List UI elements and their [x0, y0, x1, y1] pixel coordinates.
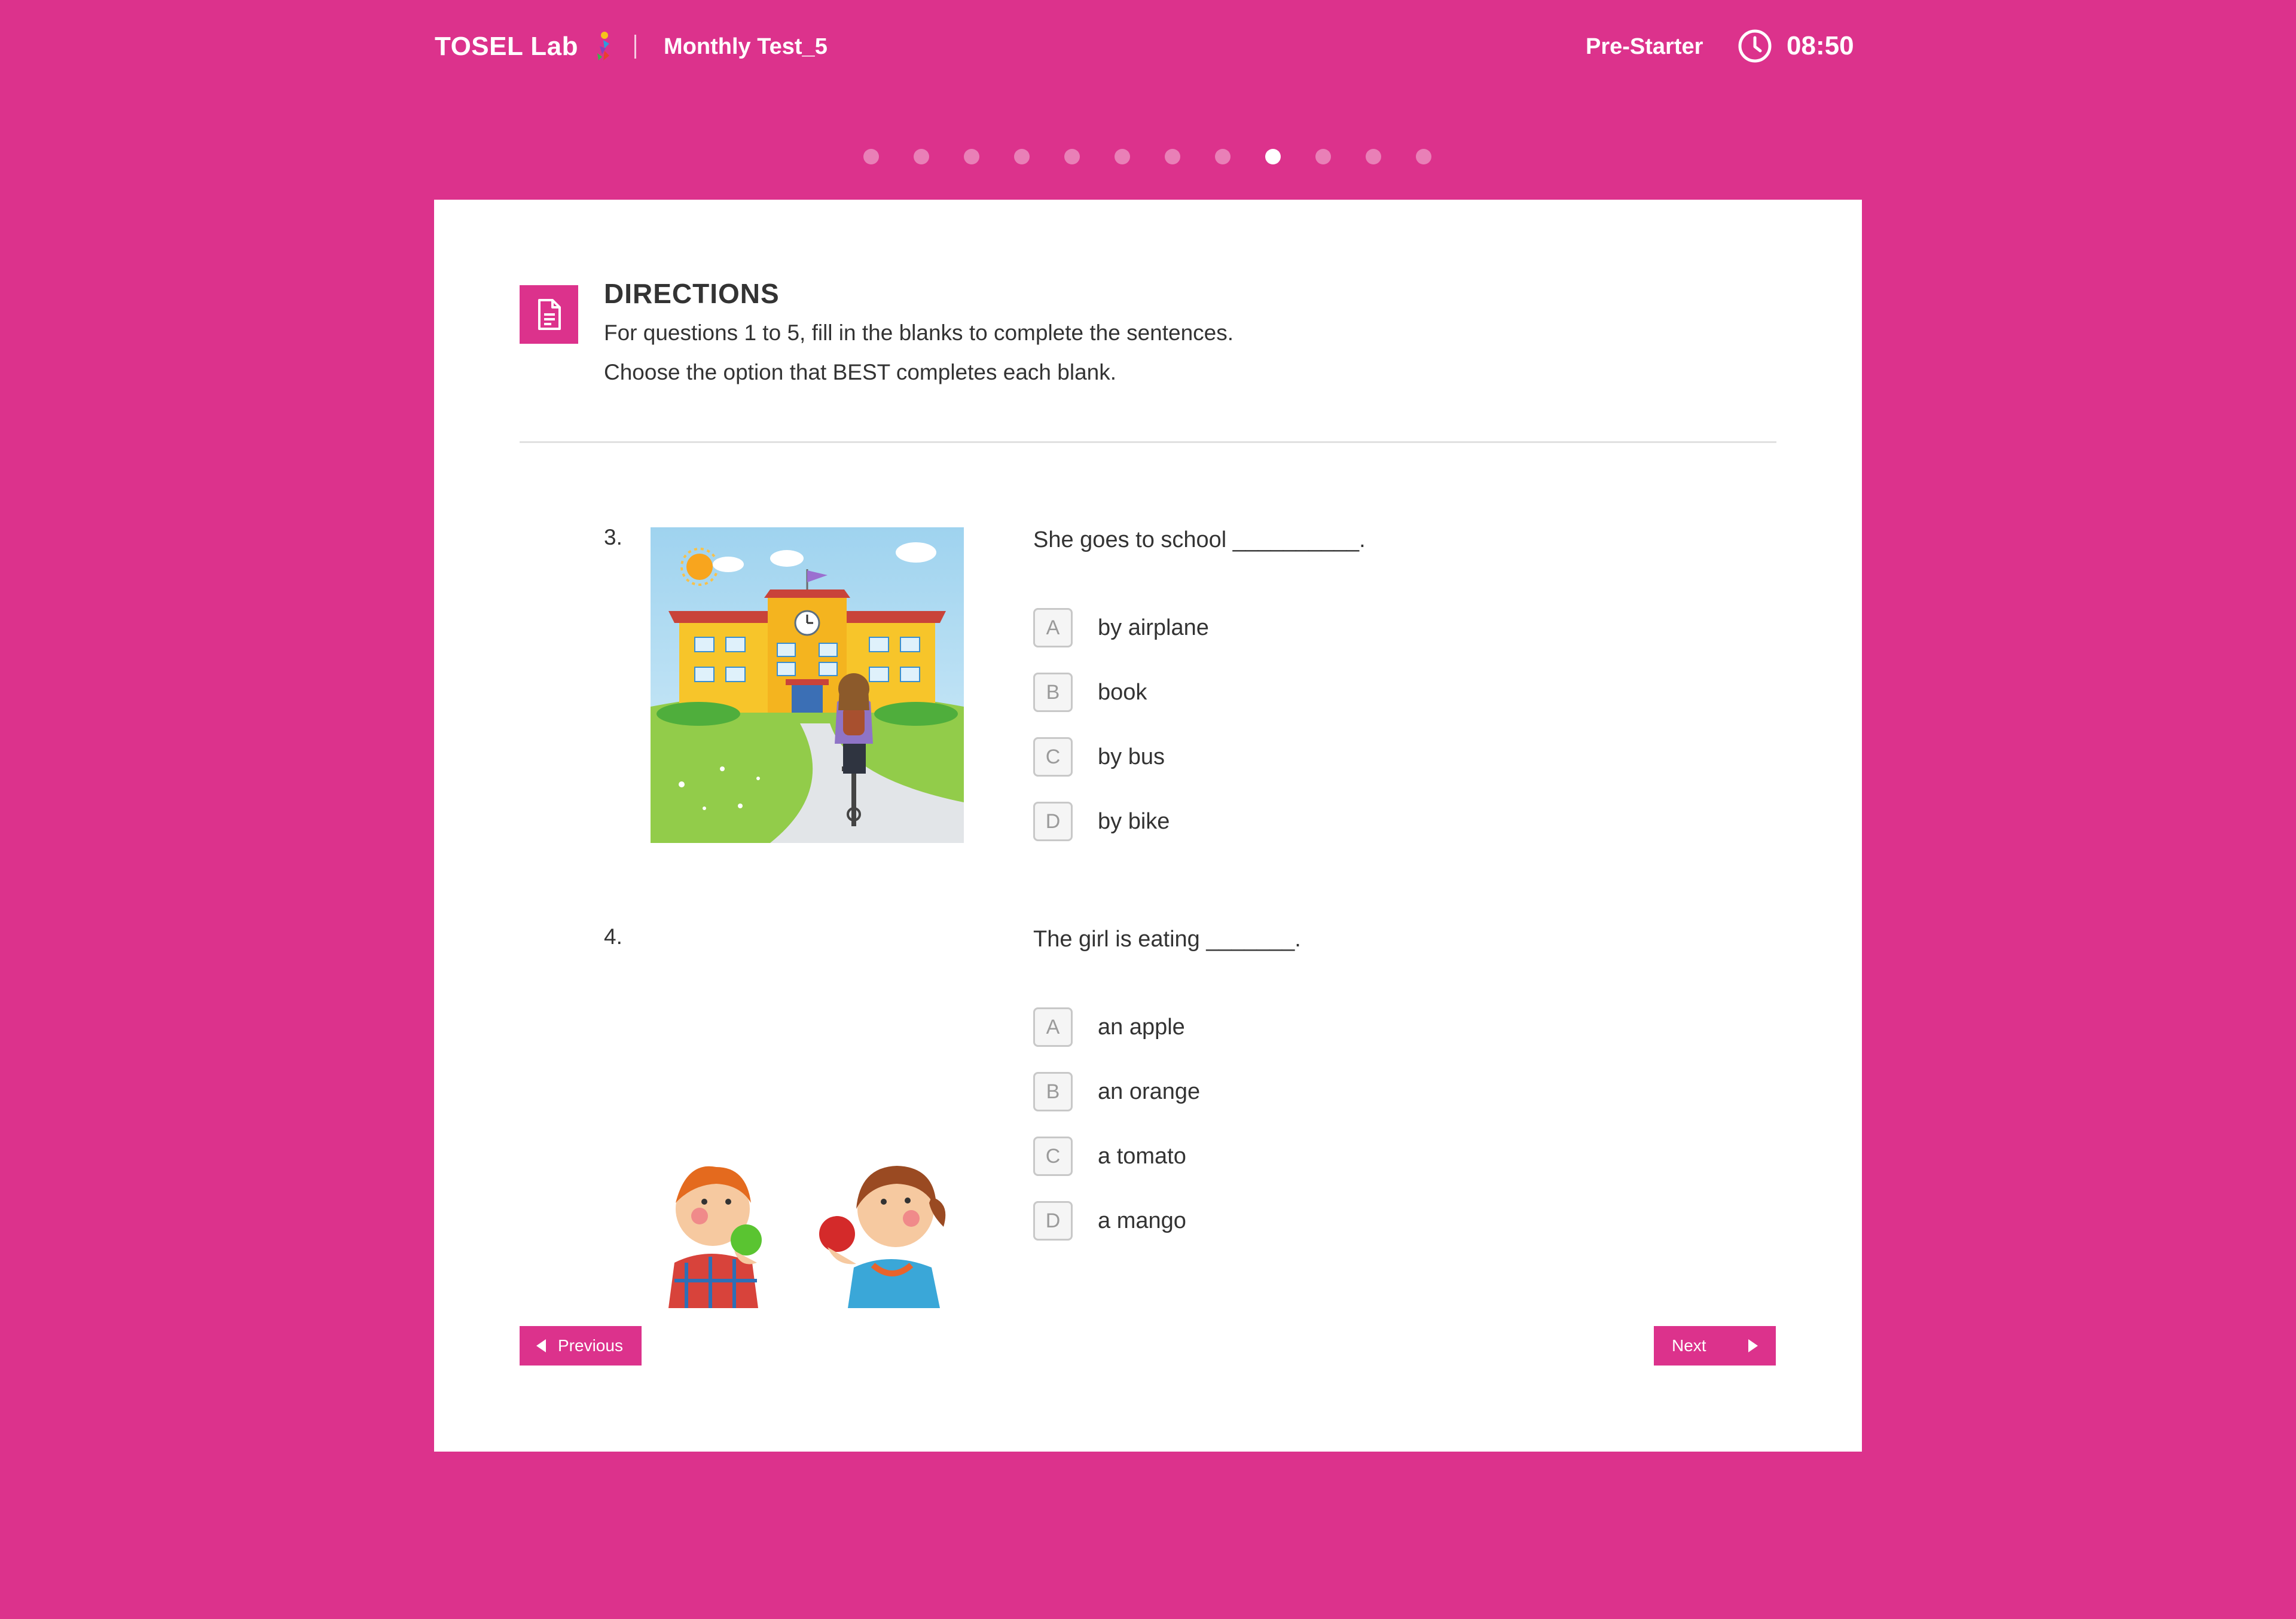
option-a[interactable]: A by airplane — [1033, 606, 1209, 649]
option-label[interactable]: an apple — [1098, 1015, 1185, 1040]
option-label[interactable]: by bike — [1098, 809, 1170, 835]
option-label[interactable]: an orange — [1098, 1079, 1200, 1105]
directions-title: DIRECTIONS — [604, 278, 780, 309]
progress-dot[interactable] — [964, 149, 979, 164]
header-separator — [634, 35, 637, 59]
progress-dot[interactable] — [1215, 149, 1231, 164]
option-label[interactable]: by bus — [1098, 744, 1165, 770]
option-label[interactable]: a tomato — [1098, 1144, 1186, 1169]
question-progress — [863, 148, 1431, 165]
question-text: The girl is eating _______. — [1033, 927, 1301, 952]
arrow-left-icon — [536, 1339, 546, 1352]
option-letter[interactable]: D — [1033, 1201, 1073, 1241]
option-d[interactable]: D a mango — [1033, 1199, 1186, 1242]
timer-value: 08:50 — [1787, 31, 1854, 60]
directions-text: Choose the option that BEST completes ea… — [604, 360, 1117, 384]
progress-dot[interactable] — [914, 149, 929, 164]
arrow-right-icon — [1748, 1339, 1758, 1352]
question-card: DIRECTIONS For questions 1 to 5, fill in… — [434, 200, 1862, 1452]
previous-button-label: Previous — [558, 1336, 623, 1355]
tosel-logo-icon — [597, 32, 610, 60]
question-number: 3. — [604, 525, 622, 549]
girl-biking-to-school-illustration — [651, 527, 964, 843]
option-letter[interactable]: C — [1033, 1137, 1073, 1176]
progress-dot[interactable] — [1315, 149, 1331, 164]
option-c[interactable]: C by bus — [1033, 735, 1165, 778]
progress-dot[interactable] — [1265, 149, 1281, 164]
test-name: Monthly Test_5 — [664, 33, 828, 59]
progress-dot[interactable] — [1165, 149, 1180, 164]
progress-dot[interactable] — [1064, 149, 1080, 164]
brand-name: TOSEL Lab — [435, 32, 579, 61]
next-button-label: Next — [1672, 1336, 1706, 1355]
level-label: Pre-Starter — [1586, 34, 1703, 59]
progress-dot[interactable] — [863, 149, 879, 164]
option-letter[interactable]: A — [1033, 1007, 1073, 1047]
option-d[interactable]: D by bike — [1033, 800, 1170, 843]
option-b[interactable]: B an orange — [1033, 1070, 1200, 1113]
timer: 08:50 — [1738, 28, 1854, 65]
question-image — [651, 1125, 964, 1308]
previous-button[interactable]: Previous — [520, 1326, 642, 1366]
question-number: 4. — [604, 924, 622, 949]
question-text: She goes to school __________. — [1033, 527, 1366, 552]
option-letter[interactable]: C — [1033, 737, 1073, 777]
option-label[interactable]: by airplane — [1098, 615, 1209, 641]
option-letter[interactable]: B — [1033, 673, 1073, 712]
option-c[interactable]: C a tomato — [1033, 1135, 1186, 1178]
document-icon — [520, 285, 578, 344]
progress-dot[interactable] — [1115, 149, 1130, 164]
option-letter[interactable]: D — [1033, 802, 1073, 841]
option-label[interactable]: a mango — [1098, 1208, 1186, 1234]
progress-dot[interactable] — [1014, 149, 1030, 164]
directions-text: For questions 1 to 5, fill in the blanks… — [604, 320, 1234, 345]
clock-icon — [1738, 29, 1772, 63]
option-letter[interactable]: B — [1033, 1072, 1073, 1111]
option-letter[interactable]: A — [1033, 608, 1073, 647]
divider — [520, 441, 1776, 443]
brand: TOSEL Lab Monthly Test_5 — [435, 29, 828, 65]
option-a[interactable]: A an apple — [1033, 1006, 1185, 1049]
option-b[interactable]: B book — [1033, 671, 1147, 714]
option-label[interactable]: book — [1098, 680, 1147, 705]
next-button[interactable]: Next — [1654, 1326, 1776, 1366]
progress-dot[interactable] — [1366, 149, 1381, 164]
question-image — [651, 527, 964, 843]
progress-dot[interactable] — [1416, 149, 1431, 164]
kids-eating-apples-illustration — [651, 1125, 964, 1308]
